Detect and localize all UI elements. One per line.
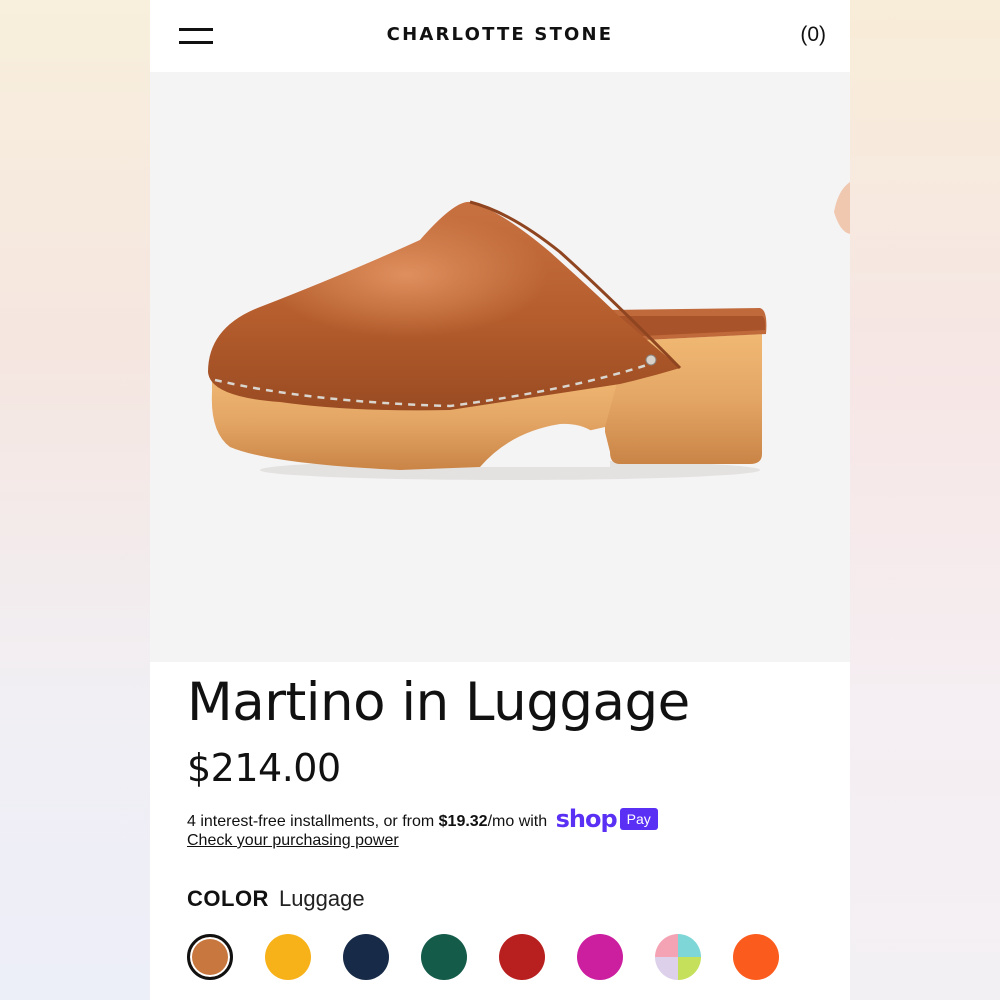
swatch-yellow[interactable]	[265, 934, 311, 980]
cart-button[interactable]: (0)	[800, 23, 826, 47]
background-right-blur	[850, 0, 1000, 1000]
color-swatches	[187, 934, 827, 984]
swatch-luggage[interactable]	[187, 934, 233, 980]
product-title: Martino in Luggage	[187, 672, 690, 733]
product-image[interactable]	[150, 72, 850, 662]
site-header: CHARLOTTE STONE (0)	[150, 0, 850, 72]
product-price: $214.00	[187, 746, 341, 790]
swatch-green[interactable]	[421, 934, 467, 980]
selected-color-value: Luggage	[278, 886, 365, 911]
color-selector-label: COLOR Luggage	[187, 886, 365, 912]
swatch-magenta[interactable]	[577, 934, 623, 980]
background-left-blur	[0, 0, 150, 1000]
installments-suffix: /mo with	[487, 813, 552, 831]
installments-prefix: 4 interest-free installments, or from	[187, 813, 439, 831]
color-label: COLOR	[187, 886, 269, 911]
shop-pay-logo-icon[interactable]: shop	[556, 805, 618, 833]
swatch-red[interactable]	[499, 934, 545, 980]
product-page: CHARLOTTE STONE (0) Martino in Luggage $…	[150, 0, 850, 1000]
swatch-orange[interactable]	[733, 934, 779, 980]
pay-badge[interactable]: Pay	[619, 808, 658, 830]
swatch-multicolor[interactable]	[655, 934, 701, 980]
brand-logo[interactable]: CHARLOTTE STONE	[150, 24, 850, 45]
installments-amount: $19.32	[438, 813, 488, 831]
check-purchasing-power-link[interactable]: Check your purchasing power	[187, 832, 399, 850]
swatch-navy[interactable]	[343, 934, 389, 980]
clog-shoe-image	[150, 72, 850, 662]
